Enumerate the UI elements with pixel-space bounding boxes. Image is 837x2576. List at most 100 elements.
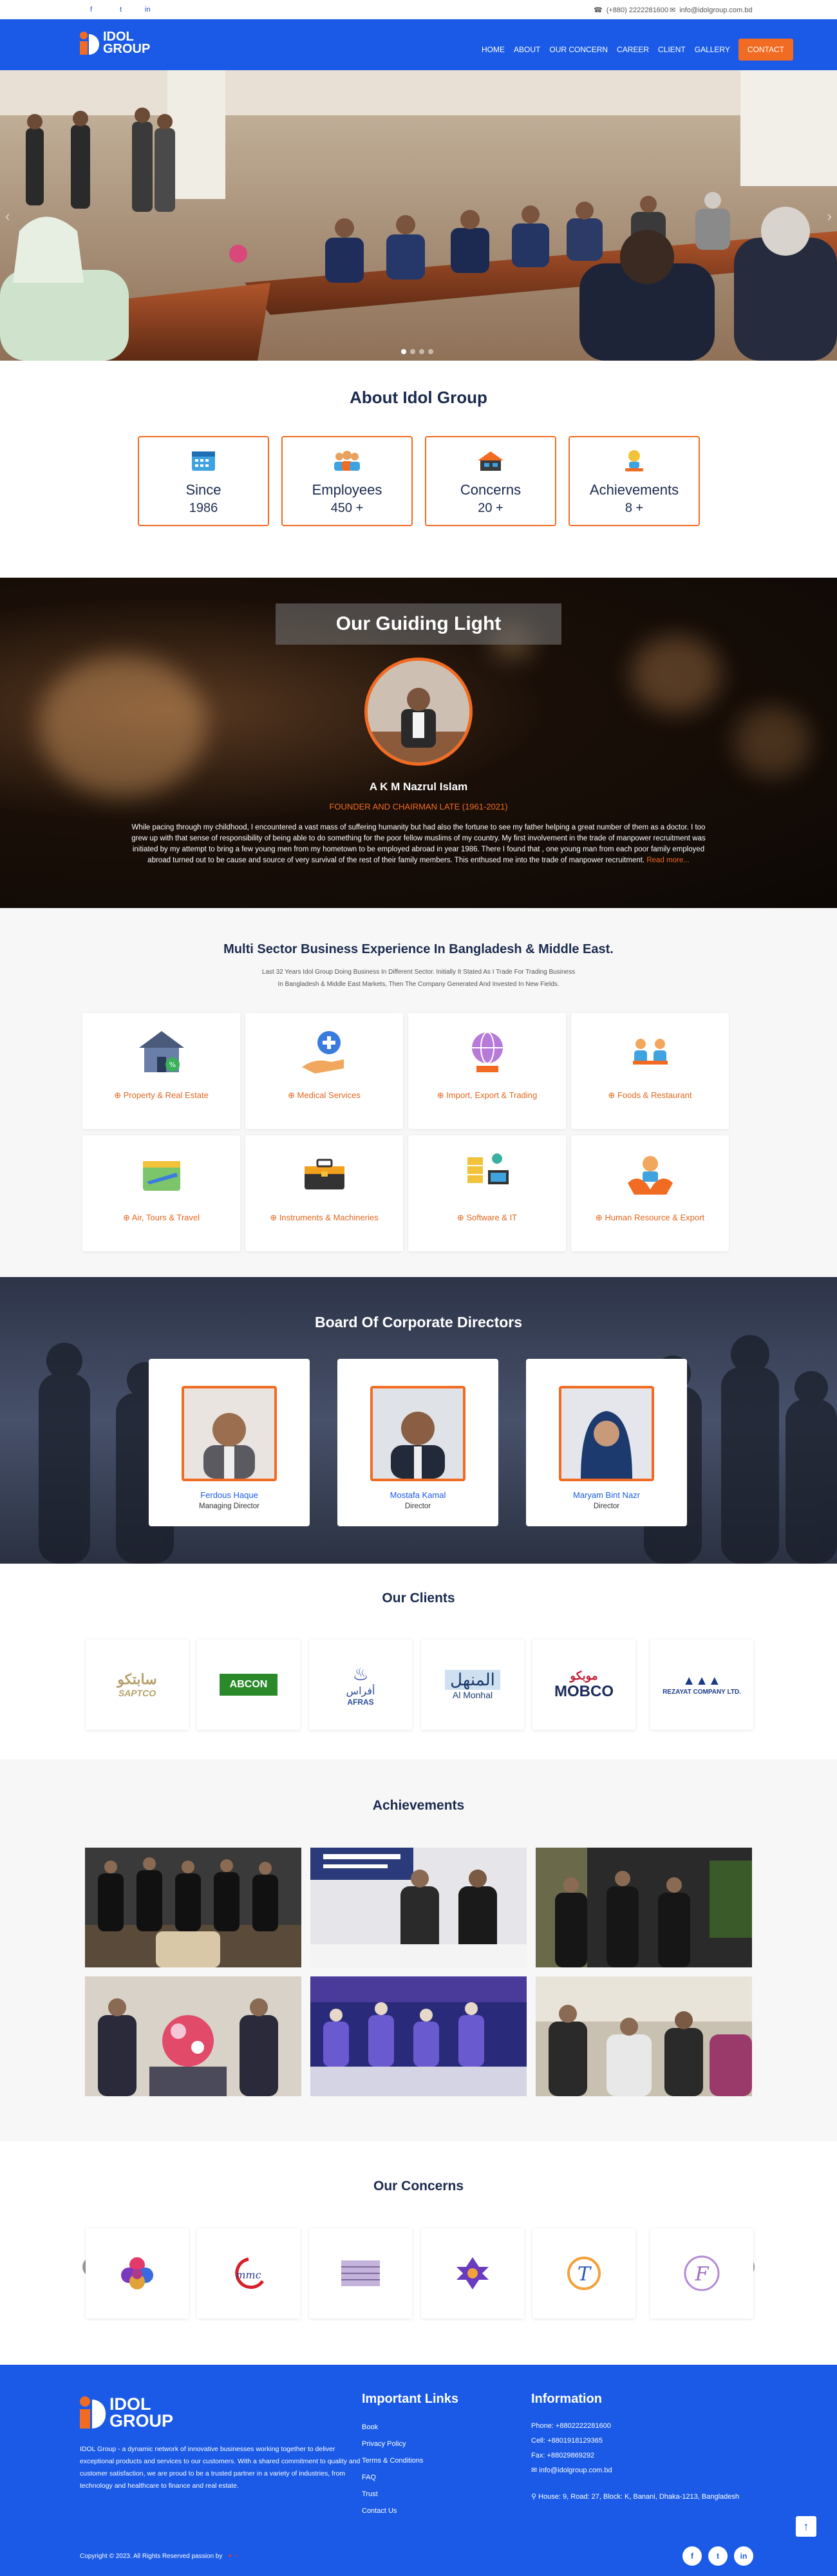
main-nav: HOME ABOUT OUR CONCERN CAREER CLIENT GAL… <box>477 39 793 61</box>
rezayat-text: REZAYAT COMPANY LTD. <box>663 1689 741 1696</box>
sector-card-property[interactable]: % ⊕ Property & Real Estate <box>82 1013 240 1129</box>
footer-linkedin-icon[interactable]: in <box>734 2546 753 2566</box>
candle-glow <box>39 655 206 797</box>
rezayat-mark-icon: ▲▲▲ <box>682 1674 721 1688</box>
footer-links-title: Important Links <box>362 2392 459 2406</box>
footer-twitter-icon[interactable]: t <box>708 2546 728 2566</box>
concern-logo[interactable] <box>86 2228 189 2318</box>
director-photo <box>182 1386 277 1481</box>
mobco-arabic: موبكو <box>570 1669 598 1682</box>
contact-button[interactable]: CONTACT <box>738 39 793 61</box>
sector-card-hr[interactable]: ⊕ Human Resource & Export <box>571 1135 729 1251</box>
hero-slider[interactable]: ‹ › <box>0 70 837 361</box>
achievement-photo[interactable] <box>536 1976 752 2096</box>
nav-about[interactable]: ABOUT <box>509 45 545 54</box>
client-logo-almonhal[interactable]: المنهل Al Monhal <box>421 1640 524 1730</box>
footer-facebook-icon[interactable]: f <box>682 2546 702 2566</box>
achievement-photo[interactable] <box>85 1848 301 1967</box>
director-card: Maryam Bint Nazr Director <box>526 1359 687 1526</box>
nav-home[interactable]: HOME <box>477 45 509 54</box>
phone-icon: ☎ <box>594 6 603 14</box>
guiding-light-section: Our Guiding Light A K M Nazrul Islam FOU… <box>0 578 837 908</box>
footer-link-contact[interactable]: Contact Us <box>362 2507 397 2515</box>
founder-bio-text: While pacing through my childhood, I enc… <box>131 824 706 864</box>
nav-career[interactable]: CAREER <box>612 45 654 54</box>
stat-label: Employees <box>312 482 382 498</box>
footer-link-book[interactable]: Book <box>362 2423 378 2431</box>
afras-arabic: أفراس <box>346 1685 375 1697</box>
footer-email[interactable]: ✉ info@idolgroup.com.bd <box>531 2463 739 2478</box>
topbar-phone[interactable]: ☎ (+880) 2222281600 <box>594 6 668 15</box>
sector-card-instruments[interactable]: ⊕ Instruments & Machineries <box>245 1135 403 1251</box>
footer-link-trust[interactable]: Trust <box>362 2490 378 2498</box>
concern-flower-logo-icon <box>121 2257 153 2289</box>
nav-gallery[interactable]: GALLERY <box>690 45 735 54</box>
sector-card-medical[interactable]: ⊕ Medical Services <box>245 1013 403 1129</box>
footer-about-text: IDOL Group - a dynamic network of innova… <box>80 2445 361 2490</box>
afras-text: AFRAS <box>347 1697 374 1707</box>
hero-prev-arrow[interactable]: ‹ <box>5 208 10 225</box>
director-role: Director <box>593 1502 620 1510</box>
creator-logo-icon[interactable]: ✦ ~ <box>227 2553 238 2560</box>
footer-fax: Fax: +88029869292 <box>531 2452 595 2459</box>
facebook-icon[interactable]: f <box>90 6 92 14</box>
clients-section: Our Clients سابتكو SAPTCO ABCON ♨ أفراس … <box>0 1564 837 1759</box>
director-photo <box>559 1386 654 1481</box>
toolbox-icon <box>304 1159 344 1189</box>
stat-label: Concerns <box>460 482 522 498</box>
client-logo-afras[interactable]: ♨ أفراس AFRAS <box>309 1640 412 1730</box>
concern-logo[interactable]: T <box>532 2228 635 2318</box>
achievement-photo[interactable] <box>85 1976 301 2096</box>
twitter-icon[interactable]: t <box>120 6 122 14</box>
concern-logo[interactable] <box>309 2228 412 2318</box>
stat-card-employees: Employees 450 + <box>281 436 413 526</box>
client-logo-rezayat[interactable]: ▲▲▲ REZAYAT COMPANY LTD. <box>650 1640 753 1730</box>
team-icon <box>334 451 360 471</box>
stat-value: 450 + <box>330 501 364 515</box>
brand-logo[interactable]: IDOL GROUP <box>80 30 150 55</box>
read-more-link[interactable]: Read more... <box>646 857 689 864</box>
footer-logo-icon <box>80 2396 106 2429</box>
nav-client[interactable]: CLIENT <box>654 45 690 54</box>
server-icon <box>467 1153 509 1184</box>
slide-dot[interactable] <box>401 349 406 354</box>
footer-info-title: Information <box>531 2392 602 2406</box>
abcon-text: ABCON <box>219 1674 278 1696</box>
founder-bio: While pacing through my childhood, I enc… <box>129 822 708 866</box>
achievement-photo[interactable] <box>310 1976 527 2096</box>
saptco-arabic: سابتكو <box>117 1671 157 1687</box>
client-logo-abcon[interactable]: ABCON <box>197 1640 300 1730</box>
client-logo-mobco[interactable]: موبكو MOBCO <box>532 1640 635 1730</box>
footer: IDOL GROUP IDOL Group - a dynamic networ… <box>0 2365 837 2576</box>
sector-card-software[interactable]: ⊕ Software & IT <box>408 1135 566 1251</box>
hero-next-arrow[interactable]: › <box>827 208 832 225</box>
client-logo-saptco[interactable]: سابتكو SAPTCO <box>86 1640 189 1730</box>
concern-logo[interactable] <box>421 2228 524 2318</box>
achievements-title: Achievements <box>372 1798 465 1813</box>
sector-card-travel[interactable]: ⊕ Air, Tours & Travel <box>82 1135 240 1251</box>
footer-address: ⚲ House: 9, Road: 27, Block: K, Banani, … <box>531 2493 739 2501</box>
scroll-to-top-button[interactable]: ↑ <box>796 2516 816 2537</box>
slide-dot[interactable] <box>428 349 433 354</box>
footer-link-faq[interactable]: FAQ <box>362 2474 376 2481</box>
footer-link-privacy[interactable]: Privacy Policy <box>362 2440 406 2448</box>
slide-dot[interactable] <box>419 349 424 354</box>
nav-our-concern[interactable]: OUR CONCERN <box>545 45 612 54</box>
topbar-email[interactable]: ✉ info@idolgroup.com.bd <box>670 6 753 15</box>
sector-card-trade[interactable]: ⊕ Import, Export & Trading <box>408 1013 566 1129</box>
concern-logo[interactable]: F <box>650 2228 753 2318</box>
calendar-icon <box>192 451 215 471</box>
director-photo <box>370 1386 466 1481</box>
sector-card-foods[interactable]: ⊕ Foods & Restaurant <box>571 1013 729 1129</box>
footer-link-terms[interactable]: Terms & Conditions <box>362 2457 423 2465</box>
footer-phone: Phone: +8802222281600 <box>531 2422 611 2430</box>
slide-dot[interactable] <box>410 349 415 354</box>
achievement-photo[interactable] <box>310 1848 527 1967</box>
linkedin-icon[interactable]: in <box>145 6 151 14</box>
concern-logo[interactable]: mmc <box>197 2228 300 2318</box>
footer-logo: IDOL GROUP <box>80 2396 173 2430</box>
sector-label: ⊕ Instruments & Machineries <box>270 1213 379 1222</box>
sector-label: ⊕ Air, Tours & Travel <box>122 1213 200 1222</box>
svg-text:mmc: mmc <box>236 2269 261 2281</box>
achievement-photo[interactable] <box>536 1848 752 1967</box>
